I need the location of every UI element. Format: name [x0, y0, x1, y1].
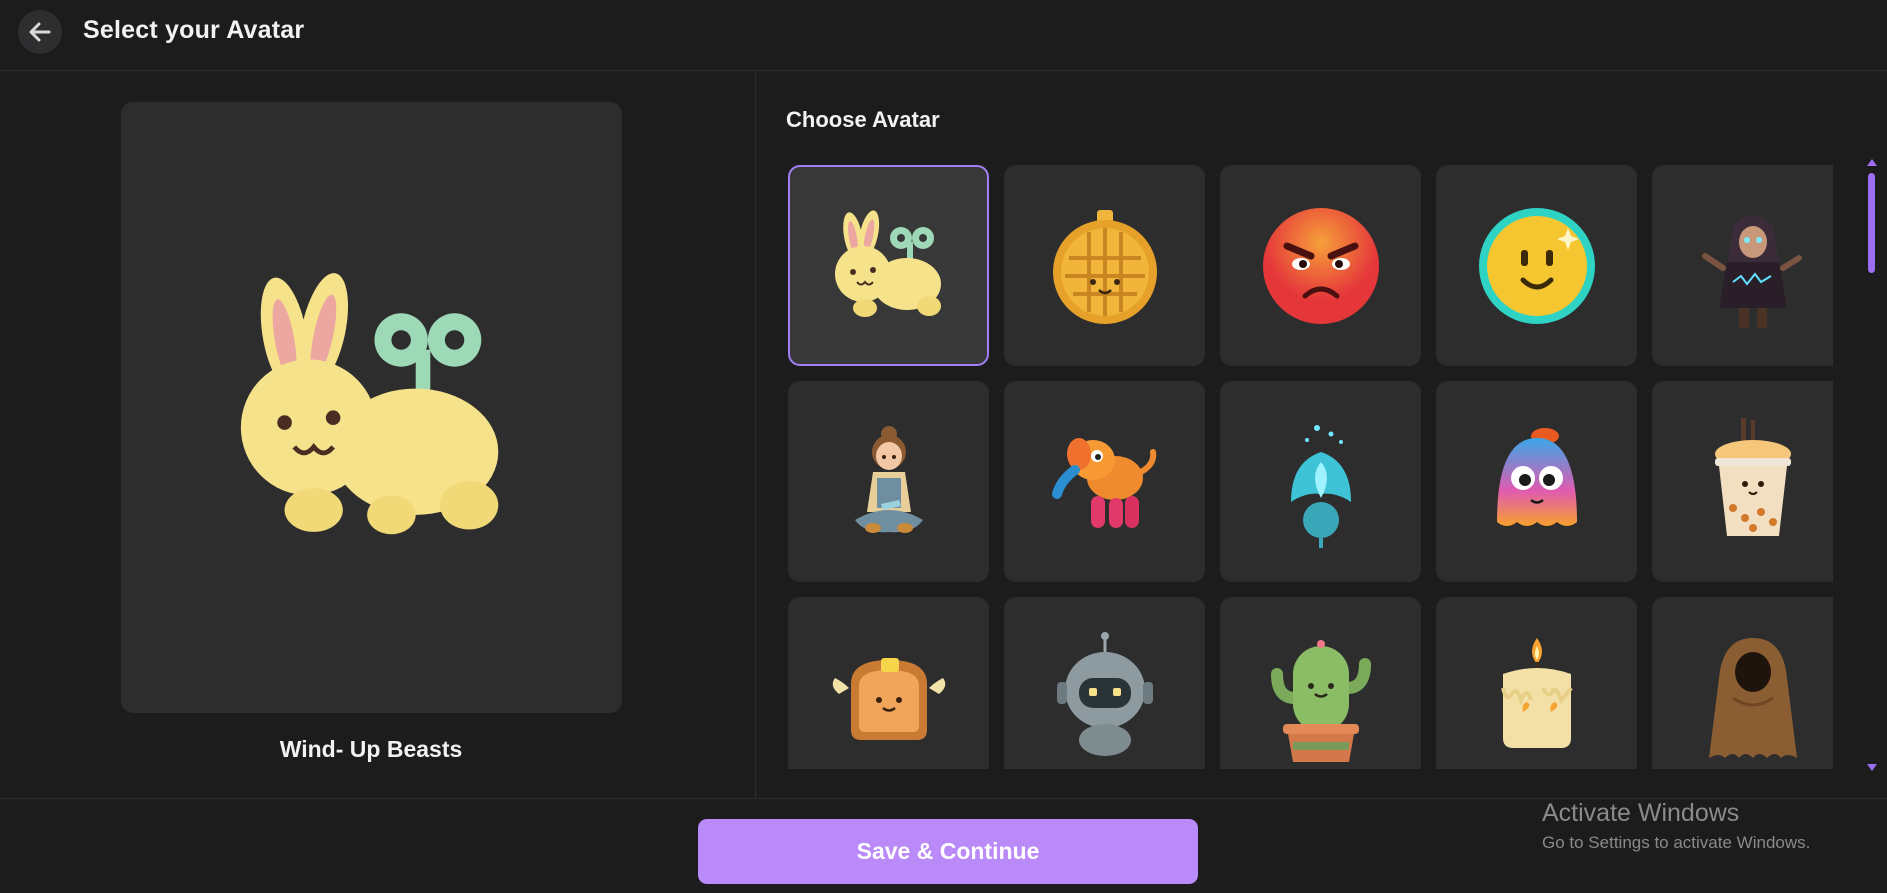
watermark-subtitle: Go to Settings to activate Windows.: [1542, 833, 1811, 852]
avatar-tile[interactable]: [1652, 165, 1833, 366]
watermark-title: Activate Windows: [1542, 799, 1740, 827]
balloon-elephant-icon: [1051, 437, 1156, 528]
save-continue-button[interactable]: Save & Continue: [698, 819, 1198, 884]
candle-icon: [1500, 637, 1573, 748]
avatar-tile[interactable]: [1004, 597, 1205, 769]
avatar-tile[interactable]: [1220, 381, 1421, 582]
avatar-tile[interactable]: [1436, 597, 1637, 769]
avatar-tile[interactable]: [1220, 165, 1421, 366]
sitting-girl-icon: [854, 425, 923, 533]
cactus-icon: [1270, 639, 1371, 762]
avatar-tile[interactable]: [1004, 381, 1205, 582]
footer-bar: Save & Continue Activate Windows Go to S…: [0, 798, 1887, 893]
avatar-tile[interactable]: [1652, 381, 1833, 582]
glowing-flower-icon: [1290, 424, 1351, 548]
top-bar: Select your Avatar: [0, 0, 1887, 71]
angry-face-icon: [1262, 207, 1379, 324]
avatar-preview-card: [121, 102, 622, 713]
avatar-tile-selected[interactable]: [788, 165, 989, 366]
scrollbar-thumb[interactable]: [1868, 173, 1875, 273]
avatar-preview-panel: Wind- Up Beasts: [0, 71, 756, 798]
winged-toast-icon: [832, 657, 945, 740]
page-title: Select your Avatar: [83, 16, 305, 44]
robot-icon: [1056, 631, 1153, 756]
avatar-name: Wind- Up Beasts: [279, 736, 463, 762]
boba-tea-icon: [1714, 417, 1791, 536]
arrow-left-icon: [29, 22, 51, 42]
scroll-up-arrow-icon[interactable]: [1867, 159, 1877, 166]
avatar-grid-scrollbar[interactable]: [1865, 159, 1879, 771]
avatar-chooser-panel: Choose Avatar: [756, 71, 1887, 798]
smiley-coin-icon: [1478, 207, 1595, 324]
section-title: Choose Avatar: [786, 107, 940, 132]
avatar-grid-viewport: [788, 161, 1833, 769]
waffle-icon: [1052, 209, 1157, 324]
avatar-tile[interactable]: [788, 597, 989, 769]
cloak-ghost-icon: [1708, 637, 1797, 758]
avatar-tile[interactable]: [1652, 597, 1833, 769]
avatar-tile[interactable]: [1220, 597, 1421, 769]
avatar-tile[interactable]: [788, 381, 989, 582]
hooded-wizard-icon: [1701, 214, 1802, 328]
avatar-grid: [788, 161, 1833, 769]
windup-bunny-icon: [240, 272, 498, 534]
avatar-tile[interactable]: [1436, 165, 1637, 366]
scroll-down-arrow-icon[interactable]: [1867, 764, 1877, 771]
jelly-blob-icon: [1496, 427, 1577, 526]
avatar-tile[interactable]: [1004, 165, 1205, 366]
windup-bunny-icon: [834, 209, 941, 317]
avatar-tile[interactable]: [1436, 381, 1637, 582]
back-button[interactable]: [18, 10, 62, 54]
